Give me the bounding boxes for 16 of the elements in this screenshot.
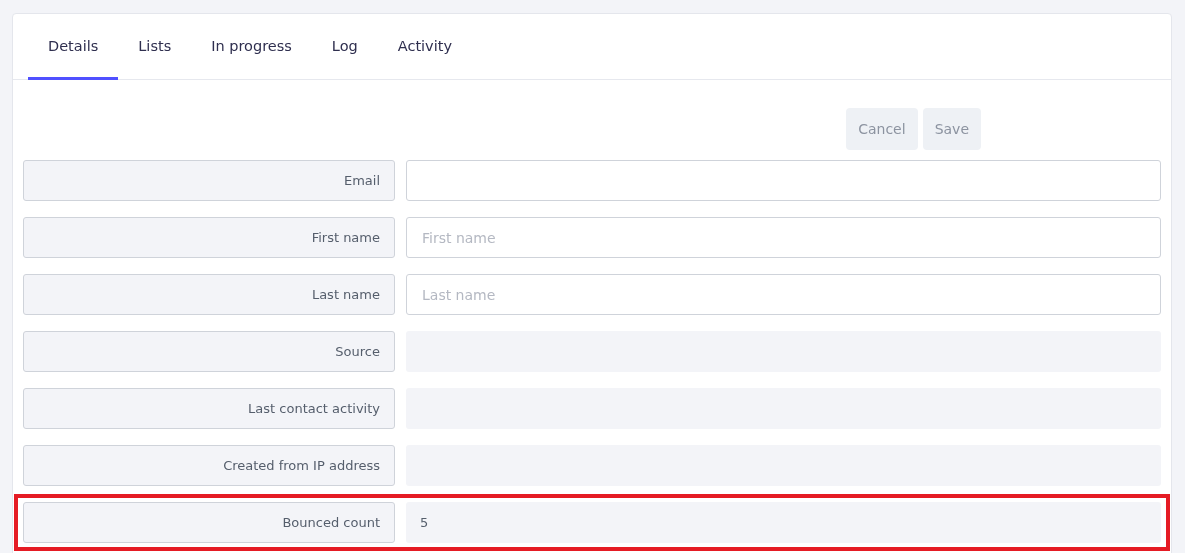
input-field[interactable]: Last name xyxy=(406,274,1161,315)
field-label: Last name xyxy=(23,274,395,315)
field-label: Bounced count xyxy=(23,502,395,543)
tab[interactable]: Log xyxy=(311,14,378,80)
tab[interactable]: In progress xyxy=(191,14,312,80)
input-field[interactable]: First name xyxy=(406,217,1161,258)
tab[interactable]: Details xyxy=(28,14,119,80)
tab[interactable]: Activity xyxy=(377,14,472,80)
readonly-field: 5 xyxy=(406,502,1161,543)
field-label: Created from IP address xyxy=(23,445,395,486)
field-label: Source xyxy=(23,331,395,372)
tab[interactable]: Lists xyxy=(118,14,192,80)
field-label: Last contact activity xyxy=(23,388,395,429)
field-label: First name xyxy=(23,217,395,258)
field-label: Email xyxy=(23,160,395,201)
input-field[interactable] xyxy=(406,160,1161,201)
